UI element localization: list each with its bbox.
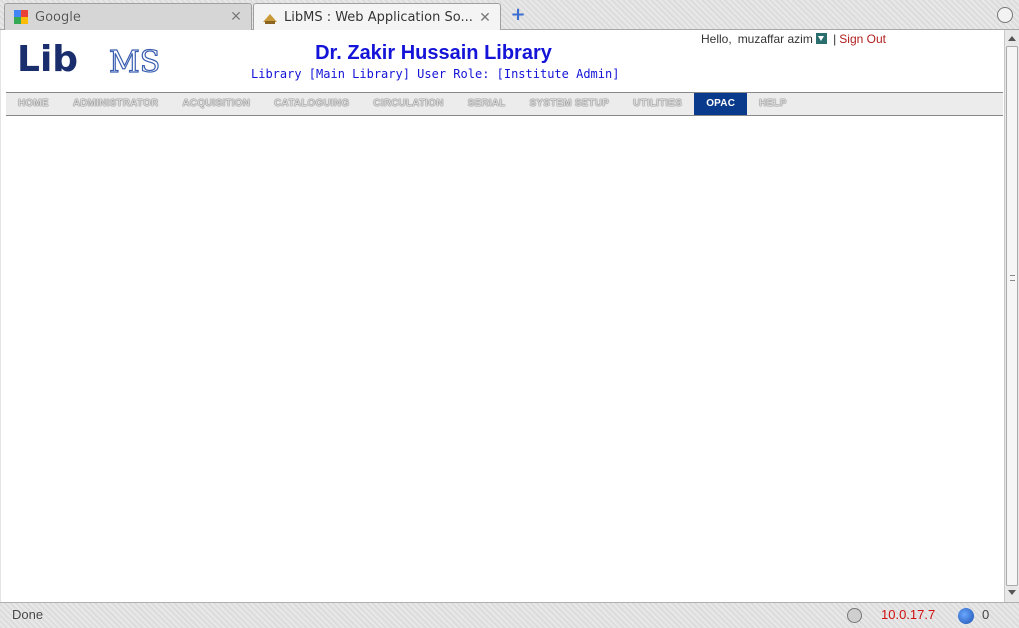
- main-nav: HOME ADMINISTRATOR ACQUISITION CATALOGUI…: [6, 92, 1003, 116]
- tab-title: Google: [35, 9, 81, 25]
- browser-tab-strip: Google ✕ LibMS : Web Application So... ✕…: [0, 0, 1019, 31]
- library-role-info: Library [Main Library] User Role: [Insti…: [251, 67, 620, 81]
- addon-icon[interactable]: [847, 608, 862, 623]
- vertical-scrollbar[interactable]: [1004, 30, 1019, 602]
- nav-item-administrator[interactable]: ADMINISTRATOR: [61, 93, 171, 115]
- page-title: Dr. Zakir Hussain Library: [315, 42, 552, 64]
- nav-item-acquisition[interactable]: ACQUISITION: [170, 93, 262, 115]
- google-favicon-icon: [14, 10, 28, 24]
- user-name: muzaffar azim: [737, 32, 813, 46]
- nav-item-circulation[interactable]: CIRCULATION: [361, 93, 455, 115]
- logo-lib-text: Lib: [17, 39, 78, 78]
- greeting: Hello,: [701, 32, 732, 46]
- scroll-up-icon[interactable]: [1008, 36, 1016, 41]
- libms-favicon-icon: [263, 13, 277, 24]
- nav-item-system-setup[interactable]: SYSTEM SETUP: [518, 93, 622, 115]
- tab-title: LibMS : Web Application So...: [284, 10, 473, 25]
- nav-item-utilities[interactable]: UTILITIES: [621, 93, 694, 115]
- chevron-down-icon[interactable]: [815, 33, 827, 44]
- tab-libms[interactable]: LibMS : Web Application So... ✕: [253, 3, 501, 31]
- sign-out-link[interactable]: Sign Out: [839, 32, 886, 46]
- logo-ms-text: MS: [109, 45, 160, 78]
- tab-google[interactable]: Google ✕: [4, 3, 252, 30]
- close-icon[interactable]: ✕: [229, 9, 243, 25]
- page-viewport: Lib MS Dr. Zakir Hussain Library Library…: [1, 30, 1004, 602]
- status-ip: 10.0.17.7: [881, 607, 936, 622]
- status-count: 0: [982, 607, 990, 622]
- status-bar: Done 10.0.17.7 0: [0, 602, 1019, 628]
- separator: |: [833, 32, 837, 46]
- libms-logo: Lib MS: [17, 39, 161, 78]
- close-icon[interactable]: ✕: [478, 10, 492, 26]
- scroll-down-icon[interactable]: [1008, 590, 1016, 595]
- scroll-thumb[interactable]: [1006, 46, 1018, 586]
- nav-item-home[interactable]: HOME: [6, 93, 61, 115]
- status-text: Done: [12, 607, 44, 622]
- nav-item-opac[interactable]: OPAC: [694, 93, 748, 115]
- new-tab-button[interactable]: +: [508, 5, 528, 25]
- play-icon[interactable]: [958, 608, 974, 624]
- grip-icon: [1010, 275, 1015, 281]
- nav-item-serial[interactable]: SERIAL: [456, 93, 518, 115]
- user-box: Hello, muzaffar azim | Sign Out: [701, 32, 1001, 46]
- window-control-icon[interactable]: [997, 7, 1013, 23]
- nav-item-help[interactable]: HELP: [747, 93, 798, 115]
- nav-item-cataloguing[interactable]: CATALOGUING: [262, 93, 361, 115]
